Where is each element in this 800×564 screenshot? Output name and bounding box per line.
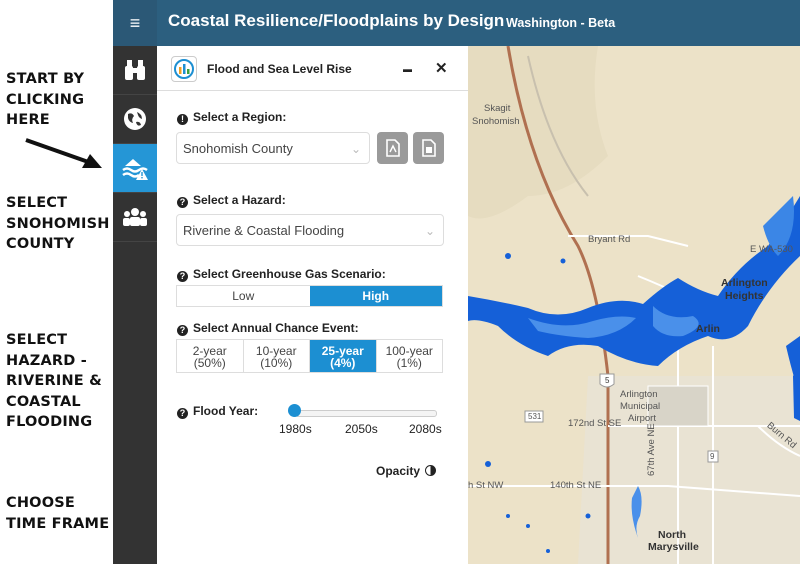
scenario-high-button[interactable]: High <box>309 286 442 306</box>
people-icon <box>123 208 147 226</box>
annotation-step-1: START BY CLICKING HERE <box>6 71 85 128</box>
flood-year-label: ? Flood Year: <box>177 404 258 419</box>
help-icon: ? <box>177 325 188 336</box>
annual-chance-label: ? Select Annual Chance Event: <box>177 321 359 336</box>
annotation-step-2: SELECT SNOHOMISH COUNTY <box>6 195 110 252</box>
opacity-control[interactable]: Opacity <box>376 464 437 478</box>
file-icon <box>422 139 436 157</box>
region-select-value: Snohomish County <box>183 141 293 156</box>
help-icon: ? <box>177 197 188 208</box>
contrast-icon <box>425 465 437 476</box>
map-label: 531 <box>528 412 542 421</box>
map-label: 172nd St SE <box>568 418 622 429</box>
close-icon[interactable]: ✕ <box>435 59 448 77</box>
sidebar-item-globe[interactable] <box>113 95 157 144</box>
scenario-low-button[interactable]: Low <box>177 286 310 306</box>
sidebar-item-community[interactable] <box>113 193 157 242</box>
arrow-icon <box>25 138 102 168</box>
app-title: Coastal Resilience/Floodplains by Design <box>168 11 505 30</box>
minimize-icon[interactable]: ▬ <box>403 64 412 74</box>
tick-label: 1980s <box>279 422 312 436</box>
annual-10yr-button[interactable]: 10-year (10%) <box>244 340 310 372</box>
app-subtitle: Washington - Beta <box>506 16 616 30</box>
download-pdf-button[interactable] <box>377 132 408 164</box>
help-icon: ? <box>177 271 188 282</box>
map-label: 9 <box>710 452 715 461</box>
help-icon: ? <box>177 408 188 419</box>
info-icon: ! <box>177 114 188 125</box>
map-label: 67th Ave NE <box>646 423 657 476</box>
menu-icon[interactable]: ≡ <box>113 0 157 46</box>
panel-title: Flood and Sea Level Rise <box>207 62 352 76</box>
sidebar-item-explore[interactable] <box>113 46 157 95</box>
scenario-toggle: Low High <box>176 285 443 307</box>
sidebar-item-flood[interactable] <box>113 144 157 193</box>
annotation-column: START BY CLICKING HERE SELECT SNOHOMISH … <box>0 0 113 564</box>
map-label: h St NW <box>468 480 504 491</box>
map-label: Bryant Rd <box>588 234 631 245</box>
tick-label: 2080s <box>409 422 442 436</box>
map-view[interactable]: Skagit Snohomish Bryant Rd E WA-530 Arli… <box>468 46 800 564</box>
pdf-file-icon <box>386 139 400 157</box>
map-label: Arlington <box>721 277 768 289</box>
binoculars-icon <box>125 60 145 80</box>
app-sidebar <box>113 46 157 564</box>
map-label: 5 <box>605 376 610 385</box>
hazard-select-value: Riverine & Coastal Flooding <box>183 223 345 238</box>
flood-year-slider[interactable] <box>295 410 437 417</box>
panel-header: Flood and Sea Level Rise ▬ ✕ <box>157 46 468 91</box>
globe-icon <box>124 108 146 130</box>
hazard-label: ? Select a Hazard: <box>177 193 286 208</box>
region-label: ! Select a Region: <box>177 110 286 125</box>
map-label: E WA-530 <box>750 244 793 255</box>
annual-chance-toggle: 2-year (50%) 10-year (10%) 25-year (4%) 100… <box>176 339 443 373</box>
annotation-step-4: CHOOSE TIME FRAME <box>6 495 110 532</box>
map-label: Municipal <box>620 401 661 412</box>
annotation-step-3: SELECT HAZARD - RIVERINE & COASTAL FLOOD… <box>6 332 102 430</box>
hazard-select[interactable]: Riverine & Coastal Flooding ⌄ <box>176 214 444 246</box>
map-label: Arlington <box>620 389 658 400</box>
annual-100yr-button[interactable]: 100-year (1%) <box>377 340 443 372</box>
map-label: 140th St NE <box>550 480 602 491</box>
map-label: Airport <box>628 413 656 424</box>
map-label: Arlin <box>696 323 720 335</box>
chevron-down-icon: ⌄ <box>424 224 435 238</box>
flood-panel: Flood and Sea Level Rise ▬ ✕ ! Select a R… <box>157 46 469 564</box>
map-label: Heights <box>725 290 764 302</box>
map-label: North <box>658 529 686 541</box>
region-select[interactable]: Snohomish County ⌄ <box>176 132 370 164</box>
map-label: Skagit <box>484 103 511 114</box>
map-label: Marysville <box>648 541 699 553</box>
flood-hazard-icon <box>122 159 148 180</box>
app-logo <box>171 56 197 82</box>
scenario-label: ? Select Greenhouse Gas Scenario: <box>177 267 386 282</box>
tick-label: 2050s <box>345 422 378 436</box>
chevron-down-icon: ⌄ <box>350 142 361 156</box>
annual-25yr-button[interactable]: 25-year (4%) <box>310 340 377 372</box>
flood-year-slider-handle[interactable] <box>288 404 301 417</box>
download-file-button[interactable] <box>413 132 444 164</box>
annual-2yr-button[interactable]: 2-year (50%) <box>177 340 244 372</box>
map-label: Snohomish <box>472 116 520 127</box>
opacity-label: Opacity <box>376 464 421 478</box>
